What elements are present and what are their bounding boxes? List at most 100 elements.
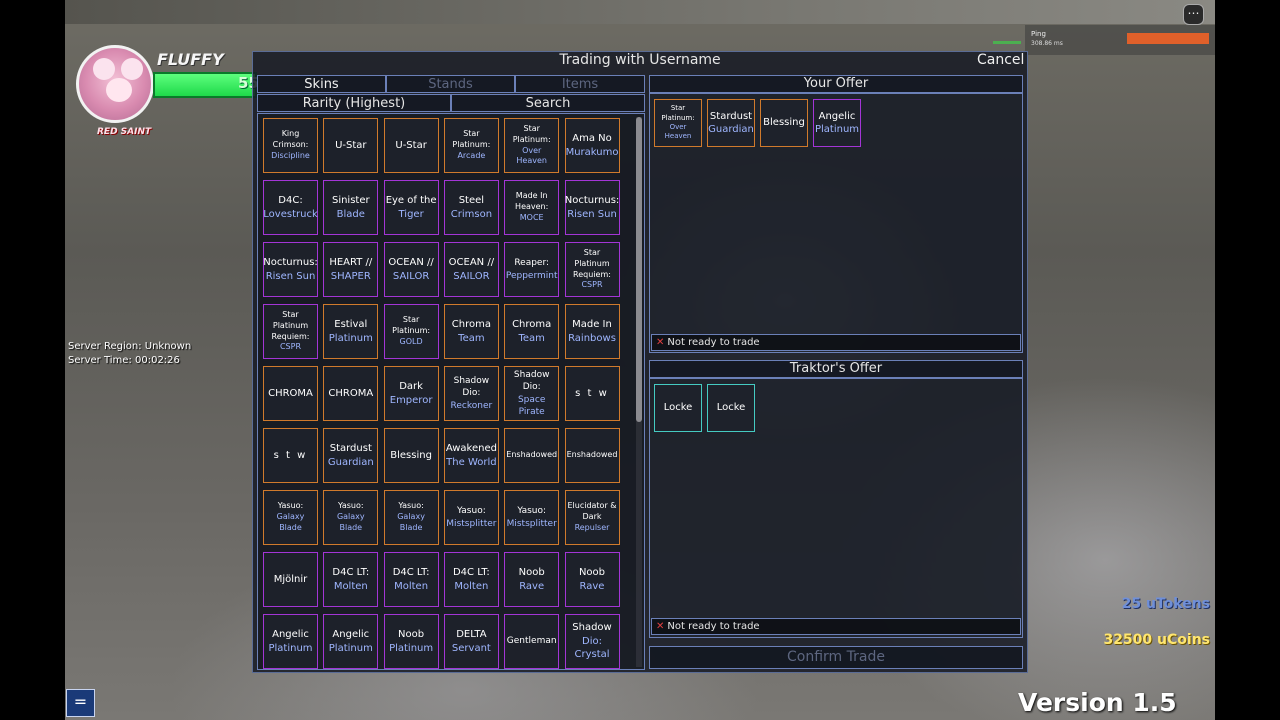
- item-name-line2: GOLD: [399, 336, 423, 346]
- inventory-skin-slot[interactable]: Enshadowed: [564, 428, 620, 483]
- inventory-skin-slot[interactable]: Star Platinum: GOLD: [383, 304, 439, 359]
- item-name-line1: Star Platinum:: [661, 104, 695, 122]
- item-name-line2: SAILOR: [453, 270, 490, 282]
- inventory-skin-slot[interactable]: Steel Crimson: [443, 180, 499, 235]
- inventory-skin-slot[interactable]: Chroma Team: [504, 304, 560, 359]
- inventory-skin-slot[interactable]: Awakened The World: [443, 428, 499, 483]
- item-name-line2: Guardian: [708, 124, 754, 135]
- tab-skins[interactable]: Skins: [257, 75, 386, 93]
- inventory-skin-slot[interactable]: Dark Emperor: [383, 366, 439, 421]
- inventory-skin-slot[interactable]: Elucidator & Dark Repulser: [564, 490, 620, 545]
- avatar: [76, 45, 154, 123]
- inventory-skin-slot[interactable]: Reaper: Peppermint: [504, 242, 560, 297]
- cancel-button[interactable]: Cancel: [977, 51, 1024, 69]
- inventory-skin-slot[interactable]: D4C LT: Molten: [383, 552, 439, 607]
- inventory-skin-slot[interactable]: D4C LT: Molten: [323, 552, 379, 607]
- item-name-line1: Locke: [663, 402, 693, 414]
- item-name-line2: Rave: [519, 580, 545, 592]
- item-name-line1: Elucidator & Dark: [567, 501, 617, 522]
- item-name-line1: D4C LT:: [452, 567, 490, 578]
- item-name-line1: Stardust: [329, 443, 372, 454]
- inventory-skin-slot[interactable]: Shadow Dio: Space Pirate: [504, 366, 560, 421]
- chat-button[interactable]: =: [66, 689, 95, 717]
- inventory-skin-slot[interactable]: s t w: [564, 366, 620, 421]
- item-name-line1: U-Star: [335, 139, 367, 151]
- tab-items[interactable]: Items: [515, 75, 645, 93]
- item-name-line1: Made In: [572, 319, 612, 330]
- inventory-skin-slot[interactable]: Nocturnus: Risen Sun: [564, 180, 620, 235]
- inventory-skin-slot[interactable]: Shadow Dio: Reckoner: [443, 366, 499, 421]
- inventory-skin-slot[interactable]: U-Star: [383, 118, 439, 173]
- inventory-skin-slot[interactable]: Yasuo: Galaxy Blade: [323, 490, 379, 545]
- confirm-trade-button[interactable]: Confirm Trade: [649, 646, 1023, 669]
- item-name-line2: Emperor: [389, 394, 433, 406]
- their-offer-slot[interactable]: Locke: [707, 384, 755, 432]
- item-name-line1: Yasuo:: [517, 506, 547, 517]
- server-region: Server Region: Unknown: [68, 341, 192, 352]
- inventory-skin-slot[interactable]: Noob Rave: [564, 552, 620, 607]
- inventory-skin-slot[interactable]: Noob Rave: [504, 552, 560, 607]
- chat-icon: =: [73, 692, 88, 711]
- item-name-line1: Enshadowed: [506, 450, 558, 460]
- inventory-skin-slot[interactable]: Blessing: [383, 428, 439, 483]
- inventory-skin-slot[interactable]: Nocturnus: Risen Sun: [263, 242, 318, 297]
- ping-bar: [1127, 33, 1209, 44]
- inventory-skin-slot[interactable]: DELTA Servant: [443, 614, 499, 669]
- your-offer-slot[interactable]: Stardust Guardian: [707, 99, 755, 147]
- inventory-skin-slot[interactable]: Estival Platinum: [323, 304, 379, 359]
- item-name-line1: Steel: [458, 195, 485, 206]
- inventory-skin-slot[interactable]: CHROMA: [323, 366, 379, 421]
- inventory-skin-slot[interactable]: Star Platinum: Over Heaven: [504, 118, 560, 173]
- inventory-skin-slot[interactable]: HEART // SHAPER: [323, 242, 379, 297]
- your-offer-slot[interactable]: Angelic Platinum: [813, 99, 861, 147]
- inventory-skin-slot[interactable]: Star Platinum: Arcade: [443, 118, 499, 173]
- item-name-line2: Discipline: [271, 150, 310, 160]
- sort-rarity-button[interactable]: Rarity (Highest): [257, 94, 451, 112]
- inventory-skin-slot[interactable]: OCEAN // SAILOR: [443, 242, 499, 297]
- item-name-line2: Crimson: [450, 208, 493, 220]
- inventory-skin-slot[interactable]: Sinister Blade: [323, 180, 379, 235]
- inventory-skin-slot[interactable]: Chroma Team: [443, 304, 499, 359]
- search-button[interactable]: Search: [451, 94, 645, 112]
- item-name-line1: CHROMA: [328, 387, 374, 399]
- inventory-skin-slot[interactable]: Mjölnir: [263, 552, 318, 607]
- inventory-skin-slot[interactable]: Eye of the Tiger: [383, 180, 439, 235]
- inventory-skin-slot[interactable]: Noob Platinum: [383, 614, 439, 669]
- your-offer-slot[interactable]: Star Platinum: Over Heaven: [654, 99, 702, 147]
- inventory-skin-slot[interactable]: Gentleman: [504, 614, 560, 669]
- inventory-skin-slot[interactable]: Shadow Dio: Crystal: [564, 614, 620, 669]
- their-offer-slot[interactable]: Locke: [654, 384, 702, 432]
- inventory-skin-slot[interactable]: Yasuo: Galaxy Blade: [383, 490, 439, 545]
- item-name-line1: Star Platinum Requiem:: [573, 247, 611, 279]
- inventory-skin-slot[interactable]: King Crimson: Discipline: [263, 118, 318, 173]
- your-ready-status: ✕ Not ready to trade: [651, 334, 1021, 351]
- inventory-skin-slot[interactable]: CHROMA: [263, 366, 318, 421]
- inventory-skin-slot[interactable]: D4C: Lovestruck: [263, 180, 318, 235]
- item-name-line1: Dark: [399, 381, 423, 392]
- inventory-skin-slot[interactable]: Yasuo: Galaxy Blade: [263, 490, 318, 545]
- inventory-skin-slot[interactable]: Stardust Guardian: [323, 428, 379, 483]
- inventory-skin-slot[interactable]: Angelic Platinum: [263, 614, 318, 669]
- inventory-skin-slot[interactable]: OCEAN // SAILOR: [383, 242, 439, 297]
- inventory-scrollbar-thumb[interactable]: [636, 117, 642, 422]
- menu-button[interactable]: ⋯: [1183, 4, 1204, 25]
- tab-stands[interactable]: Stands: [386, 75, 515, 93]
- item-name-line2: Arcade: [457, 150, 486, 160]
- item-name-line1: Shadow Dio:: [453, 376, 490, 399]
- inventory-skin-slot[interactable]: Made In Rainbows: [564, 304, 620, 359]
- inventory-skin-slot[interactable]: Star Platinum Requiem: CSPR: [263, 304, 318, 359]
- inventory-skin-slot[interactable]: Ama No Murakumo: [564, 118, 620, 173]
- inventory-skin-slot[interactable]: Angelic Platinum: [323, 614, 379, 669]
- inventory-skin-slot[interactable]: Enshadowed: [504, 428, 560, 483]
- inventory-skin-slot[interactable]: Yasuo: Mistsplitter: [443, 490, 499, 545]
- your-offer-slot[interactable]: Blessing: [760, 99, 808, 147]
- inventory-skin-slot[interactable]: D4C LT: Molten: [443, 552, 499, 607]
- item-name-line2: Rave: [579, 580, 605, 592]
- inventory-skin-slot[interactable]: U-Star: [323, 118, 379, 173]
- ping-value: 308.86 ms: [1031, 40, 1063, 47]
- item-name-line2: Lovestruck: [263, 208, 318, 220]
- inventory-skin-slot[interactable]: Yasuo: Mistsplitter: [504, 490, 560, 545]
- inventory-skin-slot[interactable]: s t w: [263, 428, 318, 483]
- inventory-skin-slot[interactable]: Made In Heaven: MOCE: [504, 180, 560, 235]
- inventory-skin-slot[interactable]: Star Platinum Requiem: CSPR: [564, 242, 620, 297]
